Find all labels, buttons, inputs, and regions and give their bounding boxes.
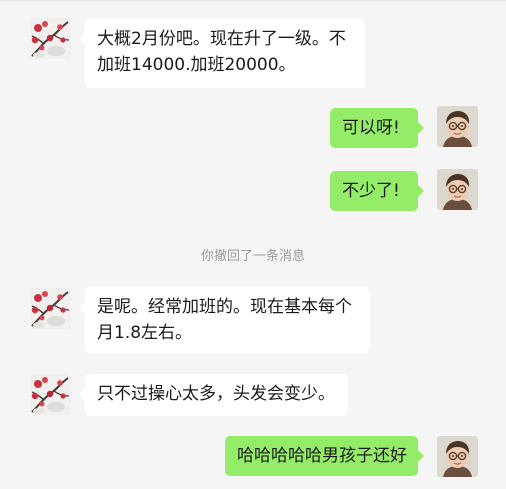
child-portrait-avatar-icon — [437, 106, 478, 147]
message-bubble-outgoing[interactable]: 可以呀! — [330, 108, 424, 148]
message-text-line: 不少了! — [342, 181, 400, 201]
self-avatar[interactable] — [437, 169, 478, 210]
message-text-line: 大概2月份吧。现在升了一级。不 — [97, 29, 346, 49]
contact-avatar[interactable] — [30, 374, 71, 415]
message-text-line: 可以呀! — [342, 118, 400, 138]
message-text-line: 加班14000.加班20000。 — [97, 55, 296, 75]
message-text-line: 是呢。经常加班的。现在基本每个 — [97, 297, 352, 317]
message-text-line: 月1.8左右。 — [97, 323, 193, 343]
contact-avatar[interactable] — [30, 18, 71, 59]
message-bubble-incoming[interactable]: 大概2月份吧。现在升了一级。不 加班14000.加班20000。 — [79, 19, 365, 88]
message-bubble-incoming[interactable]: 只不过操心太多，头发会变少。 — [79, 374, 348, 416]
plum-blossom-avatar-icon — [30, 374, 71, 415]
recall-notice: 你撤回了一条消息 — [200, 249, 305, 264]
self-avatar[interactable] — [437, 106, 478, 147]
self-avatar[interactable] — [437, 436, 478, 477]
contact-avatar[interactable] — [30, 288, 71, 329]
message-bubble-outgoing[interactable]: 不少了! — [330, 171, 424, 211]
message-bubble-incoming[interactable]: 是呢。经常加班的。现在基本每个 月1.8左右。 — [79, 287, 370, 353]
message-text-line: 哈哈哈哈哈男孩子还好 — [237, 446, 407, 466]
message-text-line: 只不过操心太多，头发会变少。 — [97, 384, 335, 404]
message-bubble-outgoing[interactable]: 哈哈哈哈哈男孩子还好 — [225, 436, 424, 476]
child-portrait-avatar-icon — [437, 169, 478, 210]
plum-blossom-avatar-icon — [30, 18, 71, 59]
window-top-border — [0, 0, 506, 1]
plum-blossom-avatar-icon — [30, 288, 71, 329]
child-portrait-avatar-icon — [437, 436, 478, 477]
